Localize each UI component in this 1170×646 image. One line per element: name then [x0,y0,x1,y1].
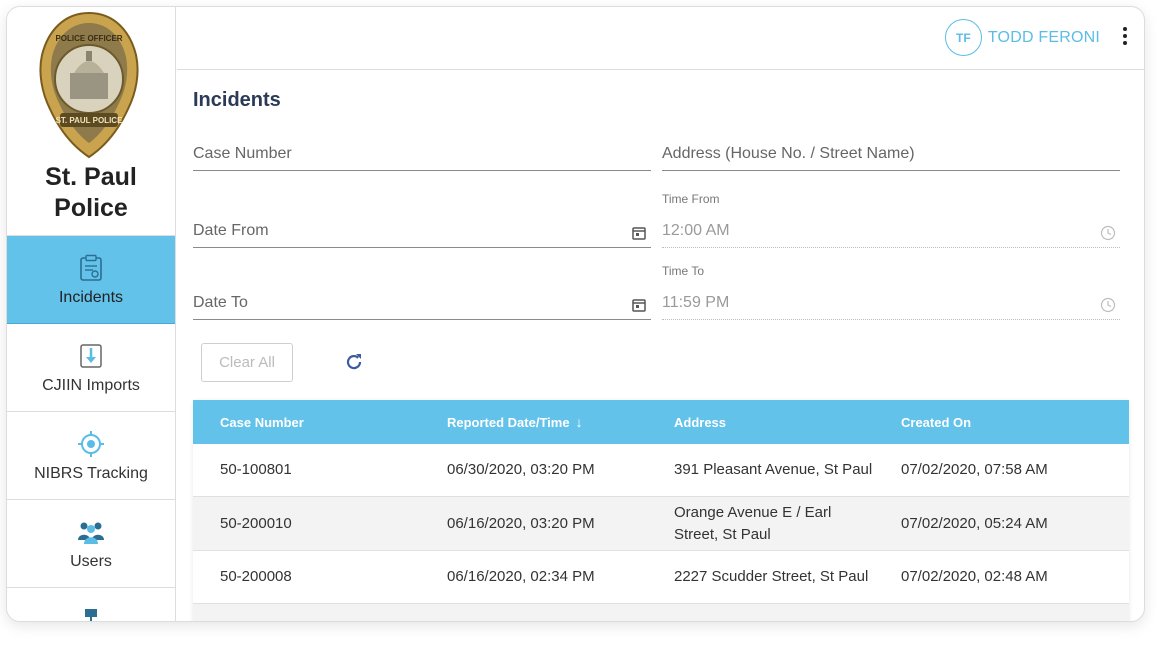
network-icon [76,602,106,621]
incident-clipboard-icon [76,253,106,283]
cell-reported: 06/30/2020, 03:20 PM [447,461,595,478]
time-from-value: 12:00 AM [662,222,730,239]
calendar-icon[interactable] [631,225,647,241]
clock-icon[interactable] [1100,297,1116,313]
time-to-value: 11:59 PM [662,294,730,311]
table-row[interactable]: 50-200008 06/16/2020, 02:34 PM 2227 Scud… [193,551,1129,604]
calendar-icon[interactable] [631,297,647,313]
import-icon [76,341,106,371]
sidebar: ST. PAUL POLICE POLICE OFFICER St. Paul … [7,7,176,621]
user-name: TODD FERONI [987,28,1100,46]
time-from-label: Time From [662,192,720,206]
sidebar-item-cjiin-imports[interactable]: CJIIN Imports [7,324,175,412]
time-to-field[interactable]: Time To 11:59 PM [662,264,1120,320]
sidebar-item-partial[interactable] [7,588,175,621]
cell-address: 391 Pleasant Avenue, St Paul [674,461,873,478]
main-content: Incidents Case Number Address (House No.… [177,71,1144,621]
sidebar-item-label: NIBRS Tracking [34,464,148,482]
kebab-menu-icon[interactable] [1120,27,1130,49]
brand-name: St. Paul Police [45,163,137,222]
police-badge-logo: ST. PAUL POLICE POLICE OFFICER [39,11,139,159]
address-field[interactable]: Address (House No. / Street Name) [662,139,1120,171]
column-header-created-on[interactable]: Created On [874,415,1129,430]
cell-reported: 06/16/2020, 03:20 PM [447,514,595,532]
avatar: TF [944,19,982,56]
time-from-field[interactable]: Time From 12:00 AM [662,192,1120,248]
table-row-partial[interactable] [193,604,1129,621]
sidebar-item-label: CJIIN Imports [42,376,140,394]
users-icon [76,517,106,547]
case-number-placeholder: Case Number [193,145,292,162]
user-menu[interactable]: TF TODD FERONI [944,19,1100,56]
cell-created: 07/02/2020, 02:48 AM [901,568,1048,585]
clock-icon[interactable] [1100,225,1116,241]
case-number-field[interactable]: Case Number [193,139,651,171]
table-header: Case Number Reported Date/Time ↓ Address … [193,400,1129,444]
cell-case-number: 50-100801 [220,461,292,478]
svg-text:ST. PAUL POLICE: ST. PAUL POLICE [56,116,123,125]
sidebar-item-label: Incidents [58,288,124,306]
column-header-address[interactable]: Address [647,415,874,430]
table-body: 50-100801 06/30/2020, 03:20 PM 391 Pleas… [193,444,1129,621]
cell-address: Orange Avenue E / Earl Street, St Paul [674,503,832,543]
clear-all-button[interactable]: Clear All [201,343,293,382]
sidebar-item-nibrs-tracking[interactable]: NIBRS Tracking [7,412,175,500]
cell-created: 07/02/2020, 07:58 AM [901,461,1048,478]
cell-case-number: 50-200010 [220,514,292,532]
app-window: ST. PAUL POLICE POLICE OFFICER St. Paul … [6,6,1145,622]
address-placeholder: Address (House No. / Street Name) [662,145,915,162]
cell-case-number: 50-200008 [220,568,292,585]
logo-area: ST. PAUL POLICE POLICE OFFICER St. Paul … [7,7,175,236]
date-from-placeholder: Date From [193,222,269,239]
sidebar-item-incidents[interactable]: Incidents [7,236,175,324]
svg-text:POLICE OFFICER: POLICE OFFICER [55,34,122,43]
date-to-field[interactable]: Date To [193,288,651,320]
page-title: Incidents [193,89,281,111]
time-to-label: Time To [662,264,705,278]
table-row[interactable]: 50-200010 06/16/2020, 03:20 PM Orange Av… [193,497,1129,551]
column-header-case-number[interactable]: Case Number [193,415,420,430]
cell-created: 07/02/2020, 05:24 AM [901,514,1048,532]
cell-address: 2227 Scudder Street, St Paul [674,568,869,585]
target-icon [76,429,106,459]
sidebar-item-users[interactable]: Users [7,500,175,588]
refresh-icon[interactable] [343,351,365,373]
incidents-table: Case Number Reported Date/Time ↓ Address … [193,400,1129,621]
date-to-placeholder: Date To [193,294,248,311]
sidebar-item-label: Users [70,552,112,570]
sort-down-arrow-icon: ↓ [575,414,583,430]
column-header-reported-date[interactable]: Reported Date/Time ↓ [420,414,647,430]
top-bar: TF TODD FERONI [177,7,1144,70]
table-row[interactable]: 50-100801 06/30/2020, 03:20 PM 391 Pleas… [193,444,1129,497]
cell-reported: 06/16/2020, 02:34 PM [447,568,595,585]
date-from-field[interactable]: Date From [193,216,651,248]
